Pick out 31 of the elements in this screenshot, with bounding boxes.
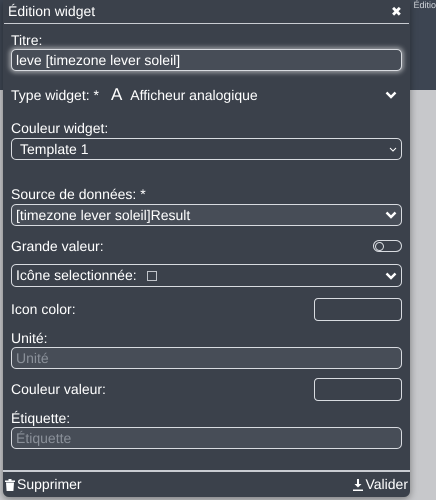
field-label: Icon color: <box>11 300 76 318</box>
field-label: Grande valeur: <box>11 236 104 256</box>
field-label: Type widget: * <box>11 86 99 105</box>
chevron-down-icon <box>389 146 397 152</box>
toggle-switch[interactable] <box>373 240 402 252</box>
dialog-title: Édition widget <box>8 2 96 21</box>
color-swatch[interactable] <box>314 378 402 400</box>
field-label: Couleur widget: <box>11 119 110 138</box>
download-icon <box>353 478 364 490</box>
chevron-down-icon <box>385 272 397 280</box>
dropdown-select[interactable]: Template 1 <box>11 138 402 160</box>
field-label: Titre: <box>11 31 44 49</box>
dropdown-select[interactable]: [timezone lever soleil]Result <box>11 204 402 226</box>
field-label: Source de données: * <box>11 185 147 204</box>
field-label: Étiquette: <box>11 409 72 427</box>
field-label: Couleur valeur: <box>11 380 106 398</box>
text-field[interactable]: Étiquette <box>11 427 402 449</box>
close-button[interactable]: ✖ <box>391 5 402 18</box>
icon-select[interactable]: Icône selectionnée: <box>11 264 402 287</box>
delete-button[interactable]: Supprimer <box>5 474 82 495</box>
field-label: Unité: <box>11 329 49 347</box>
color-swatch[interactable] <box>314 298 402 320</box>
square-icon <box>146 270 157 280</box>
chevron-down-icon <box>385 211 397 219</box>
text-field[interactable]: Unité <box>11 347 402 369</box>
submit-button[interactable]: Valider <box>353 474 408 495</box>
widget-type-select[interactable]: A Afficheur analogique <box>110 82 397 108</box>
trash-icon <box>5 478 15 490</box>
chevron-down-icon <box>385 91 397 99</box>
header-text: Éditio <box>413 0 436 11</box>
text-field[interactable]: leve [timezone lever soleil] <box>11 49 402 71</box>
